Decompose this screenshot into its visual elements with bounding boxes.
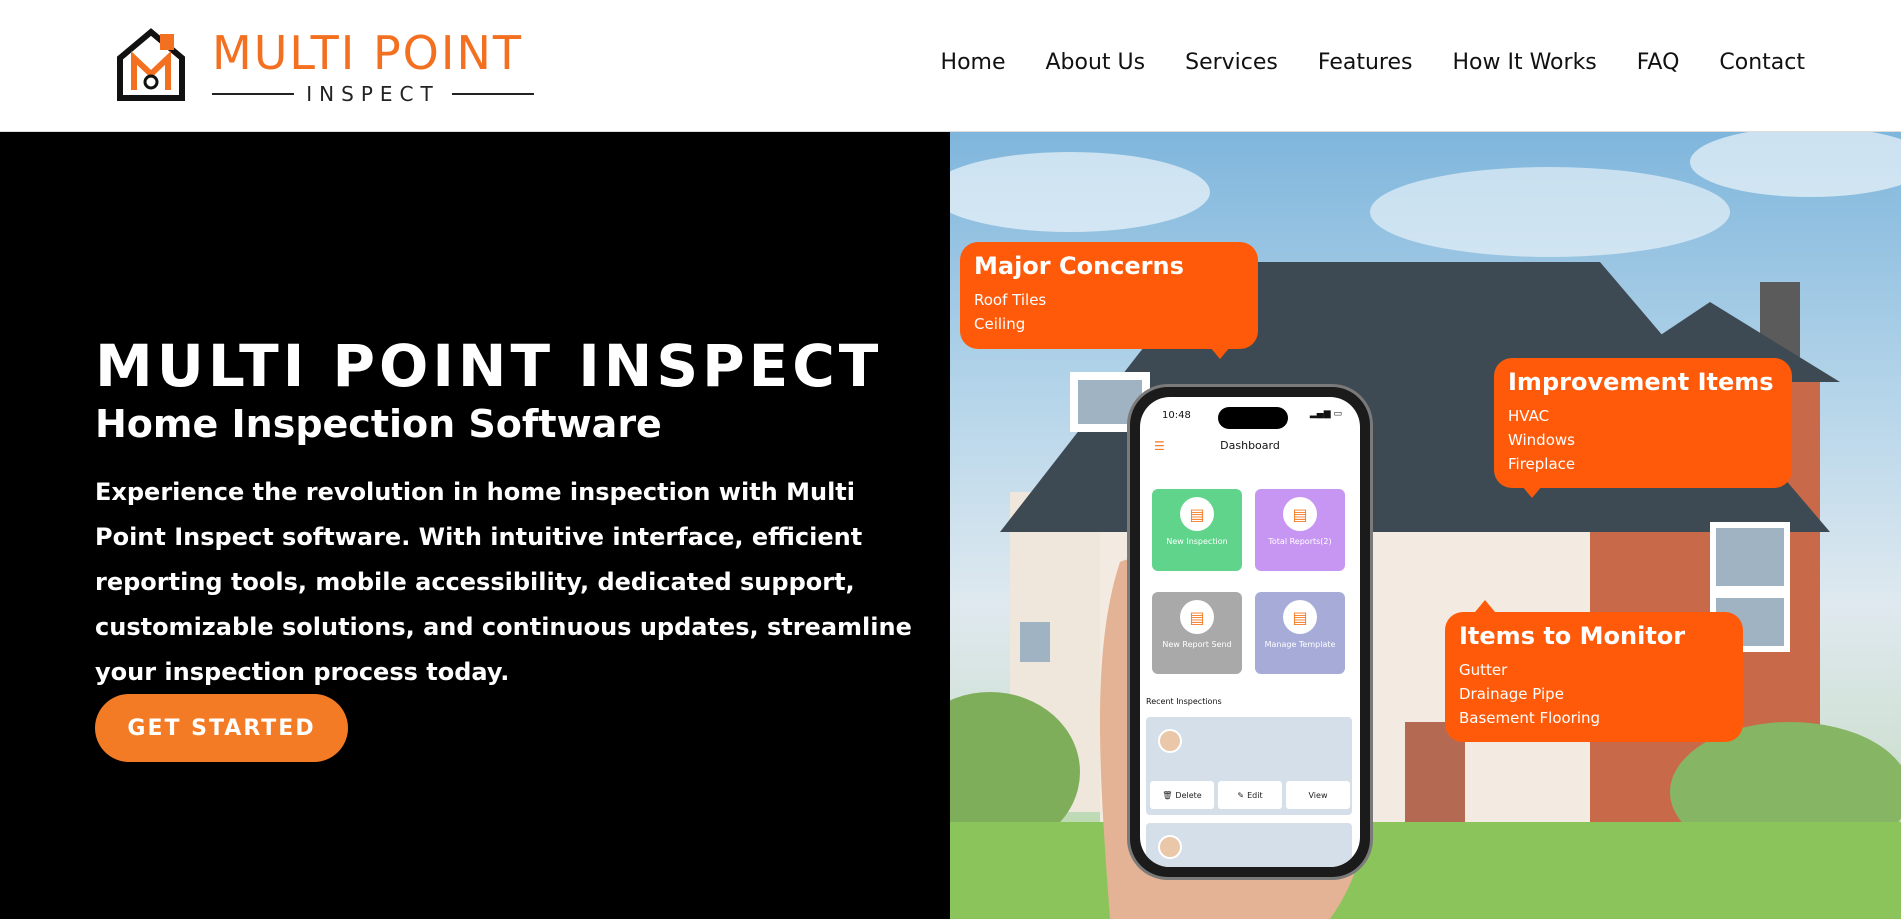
logo-subtitle: INSPECT (212, 82, 534, 106)
edit-button[interactable]: ✎ Edit (1218, 781, 1282, 809)
nav-features[interactable]: Features (1318, 50, 1413, 75)
nav-faq[interactable]: FAQ (1637, 50, 1680, 75)
tile-label: Manage Template (1264, 640, 1336, 649)
tile-new-report-send[interactable]: ▤ New Report Send (1152, 592, 1242, 674)
edit-label: Edit (1247, 790, 1263, 800)
pencil-icon: ✎ (1237, 790, 1245, 800)
hero-title: MULTI POINT INSPECT (95, 332, 883, 400)
battery-icon: ▂▄▆ ▭ (1309, 409, 1342, 419)
phone-time: 10:48 (1162, 410, 1191, 421)
dashboard-title: Dashboard (1220, 439, 1280, 452)
avatar (1158, 729, 1182, 753)
house-logo-icon (117, 28, 185, 101)
items-to-monitor-title: Items to Monitor (1459, 622, 1686, 650)
nav-about-us[interactable]: About Us (1046, 50, 1146, 75)
main-nav: Home About Us Services Features How It W… (941, 50, 1805, 75)
recent-inspections-label: Recent Inspections (1146, 697, 1222, 706)
monitor-item: Drainage Pipe (1459, 685, 1564, 703)
site-header: MULTI POINT INSPECT Home About Us Servic… (0, 0, 1901, 132)
card-actions: 🗑 Delete ✎ Edit View (1150, 781, 1350, 809)
major-concerns-title: Major Concerns (974, 252, 1184, 280)
hero-description: Experience the revolution in home inspec… (95, 478, 912, 686)
tile-manage-template[interactable]: ▤ Manage Template (1255, 592, 1345, 674)
document-icon: ▤ (1180, 497, 1214, 531)
major-concerns-item: Roof Tiles (974, 291, 1047, 309)
tile-label: Total Reports(2) (1268, 537, 1332, 546)
improvement-item: HVAC (1508, 407, 1550, 425)
view-label: View (1308, 790, 1328, 800)
trash-icon: 🗑 (1162, 790, 1173, 800)
phone-mockup: 10:48 ▂▄▆ ▭ ☰ Dashboard ▤ New Inspection… (1130, 387, 1370, 877)
items-to-monitor-callout: Items to Monitor Gutter Drainage Pipe Ba… (1445, 600, 1743, 742)
tile-label: New Report Send (1162, 640, 1232, 649)
improvement-item: Windows (1508, 431, 1575, 449)
logo-sub-text: INSPECT (306, 82, 440, 106)
documents-icon: ▤ (1283, 600, 1317, 634)
delete-label: Delete (1175, 790, 1202, 800)
phone-notch (1218, 407, 1288, 429)
improvement-items-title: Improvement Items (1508, 368, 1774, 396)
get-started-button[interactable]: GET STARTED (95, 694, 348, 762)
improvement-items-callout: Improvement Items HVAC Windows Fireplace (1494, 358, 1792, 498)
tile-total-reports[interactable]: ▤ Total Reports(2) (1255, 489, 1345, 571)
logo-name: MULTI POINT (212, 26, 523, 80)
delete-button[interactable]: 🗑 Delete (1150, 781, 1214, 809)
tile-label: New Inspection (1166, 537, 1228, 546)
nav-how-it-works[interactable]: How It Works (1453, 50, 1597, 75)
avatar (1158, 835, 1182, 859)
major-concerns-callout: Major Concerns Roof Tiles Ceiling (960, 242, 1258, 359)
tile-new-inspection[interactable]: ▤ New Inspection (1152, 489, 1242, 571)
monitor-item: Basement Flooring (1459, 709, 1601, 727)
improvement-item: Fireplace (1508, 455, 1576, 473)
major-concerns-item: Ceiling (974, 315, 1026, 333)
phone-screen: 10:48 ▂▄▆ ▭ ☰ Dashboard ▤ New Inspection… (1140, 397, 1360, 867)
monitor-item: Gutter (1459, 661, 1508, 679)
hero-image-panel: Major Concerns Roof Tiles Ceiling Improv… (950, 132, 1901, 919)
inspection-card[interactable] (1146, 823, 1352, 867)
inspection-card[interactable]: 🗑 Delete ✎ Edit View (1146, 717, 1352, 815)
nav-home[interactable]: Home (941, 50, 1006, 75)
nav-contact[interactable]: Contact (1719, 50, 1805, 75)
documents-icon: ▤ (1283, 497, 1317, 531)
hero-text-panel: MULTI POINT INSPECT Home Inspection Soft… (0, 132, 950, 919)
nav-services[interactable]: Services (1185, 50, 1278, 75)
logo[interactable]: MULTI POINT INSPECT (116, 24, 536, 108)
document-icon: ▤ (1180, 600, 1214, 634)
hero-subtitle: Home Inspection Software (95, 402, 662, 446)
view-button[interactable]: View (1286, 781, 1350, 809)
